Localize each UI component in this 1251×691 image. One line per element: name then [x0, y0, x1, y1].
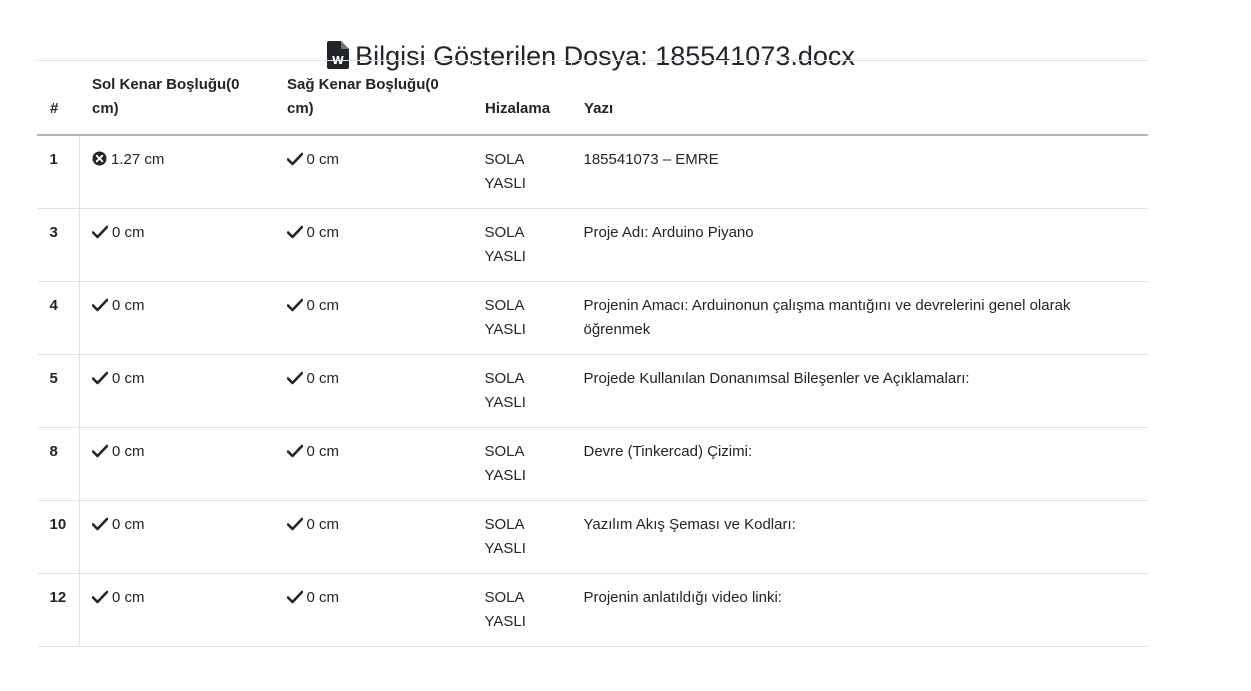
right-margin-cell: 0 cm — [274, 427, 473, 501]
left-margin-cell: 0 cm — [79, 573, 275, 647]
alignment-cell: SOLA YASLI — [472, 500, 572, 574]
text-cell: Projenin Amacı: Arduinonun çalışma mantı… — [571, 281, 1148, 355]
row-number: 4 — [37, 281, 80, 355]
alignment-cell: SOLA YASLI — [472, 354, 572, 428]
table-body: 1 1.27 cm 0 cm SOLA YASLI 185541073 – EMRE 3 0… — [37, 134, 1148, 647]
check-icon — [286, 442, 303, 466]
row-number: 1 — [37, 134, 80, 209]
right-margin-cell: 0 cm — [274, 208, 473, 282]
alignment-cell: SOLA YASLI — [472, 281, 572, 355]
left-margin-cell-value: 0 cm — [112, 516, 145, 533]
left-margin-cell-value: 0 cm — [112, 370, 145, 387]
text-cell: Yazılım Akış Şeması ve Kodları: — [571, 500, 1148, 574]
check-icon — [286, 515, 303, 539]
check-icon — [286, 296, 303, 320]
header-row: # Sol Kenar Boşluğu(0 cm) Sağ Kenar Boşl… — [37, 60, 1148, 136]
alignment-cell: SOLA YASLI — [472, 427, 572, 501]
table-row: 12 0 cm 0 cm SOLA YASLI Projenin anlatıldığı… — [37, 573, 1148, 647]
text-cell: Proje Adı: Arduino Piyano — [571, 208, 1148, 282]
right-margin-cell-value: 0 cm — [306, 370, 340, 387]
left-margin-cell: 0 cm — [79, 281, 275, 355]
col-header-num: # — [37, 60, 80, 136]
table-row: 8 0 cm 0 cm SOLA YASLI Devre (Tinkercad) Çiz… — [37, 427, 1148, 501]
table-row: 1 1.27 cm 0 cm SOLA YASLI 185541073 – EMRE — [37, 134, 1148, 209]
page: W Bilgisi Gösterilen Dosya: 185541073.do… — [0, 0, 1251, 691]
left-margin-cell: 1.27 cm — [79, 134, 275, 209]
left-margin-cell: 0 cm — [79, 208, 275, 282]
right-margin-cell: 0 cm — [274, 500, 473, 574]
left-margin-cell-value: 0 cm — [112, 443, 145, 460]
table-header: # Sol Kenar Boşluğu(0 cm) Sağ Kenar Boşl… — [37, 60, 1148, 136]
left-margin-cell-value: 0 cm — [112, 224, 145, 241]
right-margin-cell-value: 0 cm — [306, 224, 340, 241]
row-number: 5 — [37, 354, 80, 428]
check-icon — [91, 223, 109, 247]
row-number: 3 — [37, 208, 80, 282]
text-cell: Projede Kullanılan Donanımsal Bileşenler… — [571, 354, 1148, 428]
row-number: 12 — [37, 573, 80, 647]
check-icon — [91, 442, 109, 466]
right-margin-cell-value: 0 cm — [306, 516, 340, 533]
check-icon — [91, 369, 109, 393]
alignment-cell: SOLA YASLI — [472, 134, 572, 209]
table-row: 4 0 cm 0 cm SOLA YASLI Projenin Amacı: Ardui… — [37, 281, 1148, 355]
text-cell: Devre (Tinkercad) Çizimi: — [571, 427, 1148, 501]
check-icon — [91, 588, 109, 612]
right-margin-cell-value: 0 cm — [306, 297, 340, 314]
margins-table: # Sol Kenar Boşluğu(0 cm) Sağ Kenar Boşl… — [37, 60, 1148, 647]
alignment-cell: SOLA YASLI — [472, 208, 572, 282]
right-margin-cell-value: 0 cm — [306, 589, 340, 606]
right-margin-cell-value: 0 cm — [306, 443, 340, 460]
right-margin-cell-value: 0 cm — [306, 151, 340, 168]
times-circle-icon — [92, 150, 107, 174]
check-icon — [286, 150, 303, 174]
left-margin-cell: 0 cm — [79, 500, 275, 574]
col-header-left-margin: Sol Kenar Boşluğu(0 cm) — [79, 60, 275, 136]
check-icon — [286, 223, 303, 247]
table-row: 10 0 cm 0 cm SOLA YASLI Yazılım Akış Şeması … — [37, 500, 1148, 574]
text-cell: Projenin anlatıldığı video linki: — [571, 573, 1148, 647]
right-margin-cell: 0 cm — [274, 354, 473, 428]
left-margin-cell: 0 cm — [79, 427, 275, 501]
col-header-text: Yazı — [571, 60, 1148, 136]
text-cell: 185541073 – EMRE — [571, 134, 1148, 209]
left-margin-cell-value: 1.27 cm — [111, 151, 165, 168]
row-number: 10 — [37, 500, 80, 574]
alignment-cell: SOLA YASLI — [472, 573, 572, 647]
left-margin-cell-value: 0 cm — [112, 297, 145, 314]
left-margin-cell: 0 cm — [79, 354, 275, 428]
right-margin-cell: 0 cm — [274, 281, 473, 355]
left-margin-cell-value: 0 cm — [112, 589, 145, 606]
row-number: 8 — [37, 427, 80, 501]
check-icon — [286, 369, 303, 393]
check-icon — [286, 588, 303, 612]
col-header-right-margin: Sağ Kenar Boşluğu(0 cm) — [274, 60, 473, 136]
check-icon — [91, 296, 109, 320]
right-margin-cell: 0 cm — [274, 134, 473, 209]
right-margin-cell: 0 cm — [274, 573, 473, 647]
table-row: 5 0 cm 0 cm SOLA YASLI Projede Kullanılan Do… — [37, 354, 1148, 428]
col-header-alignment: Hizalama — [472, 60, 572, 136]
table-row: 3 0 cm 0 cm SOLA YASLI Proje Adı: Arduino Pi… — [37, 208, 1148, 282]
check-icon — [91, 515, 109, 539]
